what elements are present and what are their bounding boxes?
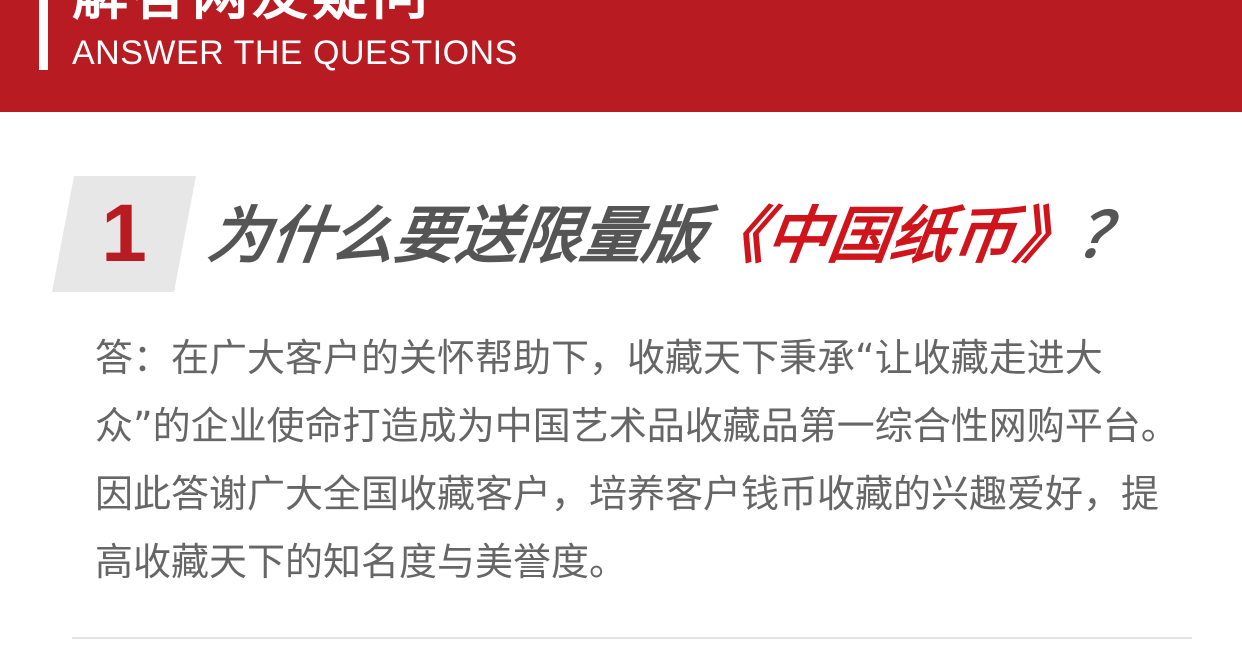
question-number: 1: [101, 188, 147, 279]
question-heading: 为什么要送限量版《中国纸币》？: [204, 199, 1145, 272]
question-mark: ？: [1072, 199, 1145, 272]
question-book-title: 《中国纸币》: [700, 199, 1083, 272]
question-text: 为什么要送限量版: [204, 199, 711, 272]
section-header: 解答网友疑问 ANSWER THE QUESTIONS: [0, 0, 1242, 112]
answer-paragraph: 答：在广大客户的关怀帮助下，收藏天下秉承“让收藏走进大众”的企业使命打造成为中国…: [95, 336, 1179, 584]
header-title-chinese: 解答网友疑问: [72, 0, 432, 24]
header-accent-bar: [39, 0, 48, 70]
section-divider: [72, 637, 1192, 639]
header-title-english: ANSWER THE QUESTIONS: [72, 34, 518, 72]
